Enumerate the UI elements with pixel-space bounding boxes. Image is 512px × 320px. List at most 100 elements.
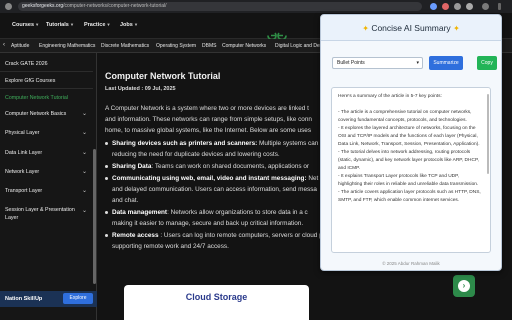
- list-item: Sharing devices such as printers and sca…: [105, 140, 318, 147]
- sidebar-item-label: Layer: [5, 215, 19, 221]
- chevron-down-icon: ▾: [36, 22, 39, 27]
- list-item: Communicating using web, email, video an…: [105, 175, 318, 182]
- chevron-down-icon: ▾: [107, 22, 110, 27]
- summarize-button[interactable]: Summarize: [429, 56, 463, 70]
- nav-courses[interactable]: Courses ▾: [12, 22, 38, 28]
- list-item-cont: reducing the need for duplicate devices …: [112, 151, 280, 158]
- list-item: Data management: Networks allow organiza…: [105, 209, 308, 216]
- chevron-down-icon: ⌄: [81, 111, 87, 117]
- summary-line: (static, dynamic), and key network layer…: [338, 158, 479, 163]
- sidebar-item-network-layer[interactable]: Network Layer ⌄: [0, 164, 93, 180]
- category-discrete-mathematics[interactable]: Discrete Mathematics: [101, 43, 149, 49]
- skillup-banner: Nation SkillUp Explore: [0, 291, 97, 307]
- sidebar-item-label: Network Layer: [5, 169, 40, 175]
- menu-icon[interactable]: [498, 3, 501, 10]
- extension-icon[interactable]: [442, 3, 449, 10]
- sidebar-item-label: Transport Layer: [5, 188, 43, 194]
- bullet-icon: [105, 141, 108, 145]
- summary-line: Here's a summary of the article in 5-7 k…: [338, 94, 442, 99]
- bullet-text: : Users can log into remote computers, s…: [158, 232, 335, 239]
- chevron-down-icon: ⌄: [81, 130, 87, 136]
- bullet-text: Multiple systems can: [257, 140, 319, 147]
- bullet-icon: [105, 164, 108, 168]
- category-digital-logic[interactable]: Digital Logic and Des: [275, 43, 322, 49]
- sidebar-item-network-basics[interactable]: Computer Network Basics ⌄: [0, 106, 93, 122]
- summary-line: - It explains Transport Layer protocols …: [338, 174, 460, 179]
- intro-paragraph-line: A Computer Network is a system where two…: [105, 105, 309, 112]
- list-item-cont: and chat.: [112, 197, 139, 204]
- summary-line: Data Link, Network, Transport, Session, …: [338, 142, 480, 147]
- bullet-title: Sharing Data: [112, 163, 152, 170]
- sidebar-item-label: Data Link Layer: [5, 150, 43, 156]
- bullet-icon: [105, 210, 108, 214]
- sidebar-item-session-presentation-layer[interactable]: Session Layer & Presentation Layer ⌄: [0, 203, 93, 221]
- category-dbms[interactable]: DBMS: [202, 43, 216, 49]
- sidebar-scrollbar[interactable]: [93, 149, 96, 284]
- avatar[interactable]: [482, 3, 489, 10]
- chevron-down-icon: ⌄: [81, 188, 87, 194]
- url-path: /computer-networks/computer-network-tuto…: [63, 3, 167, 9]
- intro-paragraph-line: and information. These networks can rang…: [105, 116, 312, 123]
- nav-jobs-label: Jobs: [120, 22, 133, 28]
- sidebar-item-transport-layer[interactable]: Transport Layer ⌄: [0, 183, 93, 199]
- cloud-storage-image: Cloud Storage: [124, 285, 309, 320]
- bullet-icon: [105, 176, 108, 180]
- summary-line: and ICMP.: [338, 166, 361, 171]
- bullet-title: Data management: [112, 209, 168, 216]
- sidebar-item-physical-layer[interactable]: Physical Layer ⌄: [0, 125, 93, 141]
- sidebar-item-label: Physical Layer: [5, 130, 40, 136]
- sidebar-item-label: Computer Network Tutorial: [5, 95, 68, 101]
- bullet-text: : Networks allow organizations to store …: [167, 209, 308, 216]
- copy-button[interactable]: Copy: [477, 56, 497, 70]
- summary-line: SMTP, and FTP, which enable common inter…: [338, 198, 460, 203]
- sparkle-icon: ✦: [453, 24, 460, 33]
- bullet-title: Remote access: [112, 232, 159, 239]
- chevron-down-icon: ▾: [134, 22, 138, 27]
- nav-jobs[interactable]: Jobs ▾: [120, 22, 137, 28]
- sidebar: Crack GATE 2026 Explore GfG Courses Comp…: [0, 53, 97, 320]
- chevron-down-icon: ▾: [70, 22, 74, 27]
- address-bar[interactable]: geeksforgeeks.org/computer-networks/comp…: [18, 2, 422, 11]
- category-engineering-mathematics[interactable]: Engineering Mathematics: [39, 43, 95, 49]
- tab-favicon-icon: [5, 3, 12, 10]
- bullet-title: Communicating using web, email, video an…: [112, 175, 307, 182]
- skillup-label: Nation SkillUp: [5, 296, 43, 302]
- sidebar-item-crack-gate[interactable]: Crack GATE 2026: [0, 56, 93, 72]
- chevron-down-icon: ⌄: [81, 169, 87, 175]
- page-title: Computer Network Tutorial: [105, 71, 221, 81]
- summary-output[interactable]: Here's a summary of the article in 5-7 k…: [331, 87, 491, 253]
- bullet-text: Net: [306, 175, 319, 182]
- summary-format-select[interactable]: Bullet Points ▾: [332, 57, 423, 69]
- next-article-button[interactable]: ›: [453, 275, 475, 297]
- summary-line: covering fundamental concepts, protocols…: [338, 118, 467, 123]
- bookmark-icon[interactable]: [466, 3, 473, 10]
- sidebar-item-explore-courses[interactable]: Explore GfG Courses: [0, 73, 93, 89]
- popup-footer: © 2025 Abdur Rahman Malik: [382, 261, 440, 266]
- chevron-down-icon: ▾: [416, 60, 419, 66]
- list-item-cont: and delayed communication. Users can acc…: [112, 186, 317, 193]
- nav-tutorials-label: Tutorials: [46, 22, 69, 28]
- nav-practice-label: Practice: [84, 22, 106, 28]
- nav-practice[interactable]: Practice ▾: [84, 22, 110, 28]
- summary-line: - The tutorial delves into network addre…: [338, 150, 471, 155]
- nav-tutorials[interactable]: Tutorials ▾: [46, 22, 73, 28]
- summary-line: - It explores the layered architecture o…: [338, 126, 476, 131]
- sidebar-item-label: Session Layer & Presentation: [5, 207, 75, 213]
- category-operating-system[interactable]: Operating System: [156, 43, 196, 49]
- sidebar-item-computer-network-tutorial[interactable]: Computer Network Tutorial: [0, 90, 93, 106]
- explore-button[interactable]: Explore: [63, 293, 93, 304]
- summary-scrollbar[interactable]: [487, 94, 489, 174]
- summary-line: highlighting their roles in reliable and…: [338, 182, 479, 187]
- chevron-left-icon[interactable]: ‹: [3, 42, 5, 48]
- sidebar-item-data-link-layer[interactable]: Data Link Layer ⌄: [0, 145, 93, 161]
- sparkle-icon: ✦: [362, 24, 369, 33]
- ai-summary-popup: ✦ Concise AI Summary ✦ Bullet Points ▾ Su…: [320, 14, 502, 271]
- category-aptitude[interactable]: Aptitude: [11, 43, 29, 49]
- summary-line: - The article is a comprehensive tutoria…: [338, 110, 472, 115]
- puzzle-icon[interactable]: [454, 3, 461, 10]
- list-item-cont: making it easier to manage, secure and b…: [112, 220, 304, 227]
- cloud-storage-title: Cloud Storage: [185, 292, 248, 302]
- extension-icon[interactable]: [430, 3, 437, 10]
- category-computer-networks[interactable]: Computer Networks: [222, 43, 266, 49]
- browser-toolbar: geeksforgeeks.org/computer-networks/comp…: [0, 0, 512, 13]
